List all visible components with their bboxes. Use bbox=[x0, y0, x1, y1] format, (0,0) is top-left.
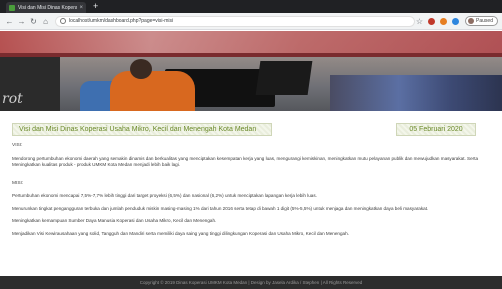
tab-title: Visi dan Misi Dinas Koperasi Usaha Mikro… bbox=[18, 4, 78, 11]
url-text[interactable]: localhost/umkm/dashboard.php?page=visi-m… bbox=[69, 18, 173, 24]
footer-copyright: Copyright © 2019 Dinas Koperasi UMKM Kot… bbox=[139, 280, 363, 285]
misi-item: Meningkatkan kemampuan Sumber Daya Manus… bbox=[12, 218, 217, 223]
banner-crowd bbox=[330, 75, 502, 111]
visi-heading: VISI: bbox=[12, 143, 23, 148]
extension-blue-icon[interactable] bbox=[452, 17, 460, 25]
browser-tabstrip: Visi dan Misi Dinas Koperasi Usaha Mikro… bbox=[0, 0, 502, 13]
title-bar: Visi dan Misi Dinas Koperasi Usaha Mikro… bbox=[6, 123, 496, 136]
banner-stripe bbox=[0, 53, 502, 57]
page-date: 05 Februari 2020 bbox=[396, 123, 476, 136]
banner-person-head bbox=[130, 59, 152, 79]
misi-item: Pertumbuhan ekonomi mencapai 7,5%-7,7% l… bbox=[12, 193, 317, 198]
banner-person-orange bbox=[110, 71, 195, 111]
visi-text: Mendorong pertumbuhan ekonomi daerah yan… bbox=[12, 155, 479, 168]
browser-toolbar: ← → ↻ ⌂ localhost/umkm/dashboard.php?pag… bbox=[0, 13, 502, 30]
paused-label: Paused bbox=[476, 18, 493, 24]
browser-tab[interactable]: Visi dan Misi Dinas Koperasi Usaha Mikro… bbox=[6, 2, 86, 13]
profile-paused-button[interactable]: Paused bbox=[465, 16, 498, 26]
page-title: Visi dan Misi Dinas Koperasi Usaha Mikro… bbox=[12, 123, 272, 136]
close-icon[interactable]: × bbox=[79, 5, 83, 11]
extension-red-icon[interactable] bbox=[428, 17, 436, 25]
extension-orange-icon[interactable] bbox=[440, 17, 448, 25]
star-icon[interactable]: ☆ bbox=[416, 17, 423, 26]
banner-sign-text: rot bbox=[2, 91, 23, 107]
back-arrow-icon[interactable]: ← bbox=[4, 16, 15, 27]
misi-heading: MISI: bbox=[12, 180, 24, 186]
main-content: VISI: Mendorong pertumbuhan ekonomi daer… bbox=[12, 143, 482, 273]
favicon-icon bbox=[9, 4, 15, 11]
new-tab-button[interactable]: + bbox=[93, 1, 98, 11]
info-icon[interactable] bbox=[60, 18, 66, 24]
banner-speaker-top bbox=[255, 61, 313, 95]
misi-item: Menurunkan tingkat pengangguran terbuka … bbox=[12, 205, 429, 211]
home-icon[interactable]: ⌂ bbox=[40, 16, 51, 27]
reload-icon[interactable]: ↻ bbox=[28, 16, 39, 27]
misi-item: Menjadikan Visi Kewirausahaan yang solid… bbox=[12, 230, 349, 236]
forward-arrow-icon[interactable]: → bbox=[16, 16, 27, 27]
footer: Copyright © 2019 Dinas Koperasi UMKM Kot… bbox=[0, 276, 502, 289]
avatar bbox=[468, 18, 475, 24]
header-banner-image: rot bbox=[0, 31, 502, 111]
address-bar[interactable]: localhost/umkm/dashboard.php?page=visi-m… bbox=[55, 15, 415, 27]
